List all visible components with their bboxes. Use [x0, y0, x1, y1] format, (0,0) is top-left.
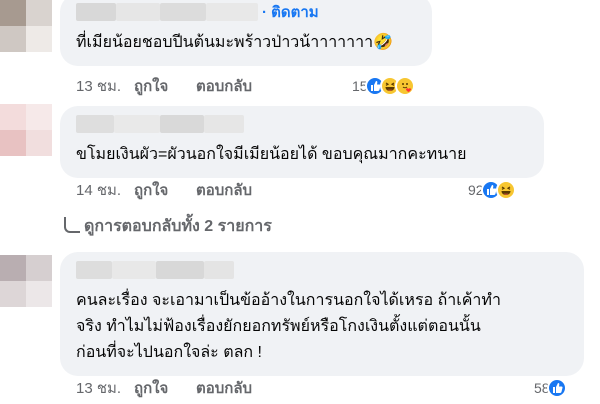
reaction-summary[interactable]: 15 [352, 75, 415, 97]
view-replies-link[interactable]: ดูการตอบกลับทั้ง 2 รายการ [64, 214, 272, 239]
comment-actions: 14 ชม. ถูกใจ ตอบกลับ [76, 179, 252, 201]
commenter-name[interactable]: · ติดตาม [76, 2, 319, 22]
reaction-summary[interactable]: 58 [534, 377, 567, 399]
care-icon [394, 76, 415, 96]
comment-time[interactable]: 14 ชม. [76, 178, 134, 202]
follow-link[interactable]: · ติดตาม [262, 0, 319, 24]
like-button[interactable]: ถูกใจ [134, 74, 196, 98]
commenter-name[interactable] [76, 114, 244, 134]
comment-text-line: จริง ทำไมไม่ฟ้องเรื่องยักยอกทรัพย์หรือโก… [76, 318, 481, 335]
like-icon [546, 378, 567, 398]
comment-bubble: ขโมยเงินผัว=ผัวนอกใจมีเมียน้อยได้ ขอบคุณ… [60, 106, 544, 178]
reaction-summary[interactable]: 92 [468, 179, 516, 201]
reply-button[interactable]: ตอบกลับ [196, 376, 252, 400]
comment-actions: 13 ชม. ถูกใจ ตอบกลับ [76, 75, 252, 97]
comment-text-line: ก่อนที่จะไปนอกใจล่ะ ตลก ! [76, 344, 262, 361]
like-button[interactable]: ถูกใจ [134, 376, 196, 400]
reply-button[interactable]: ตอบกลับ [196, 178, 252, 202]
comment-time[interactable]: 13 ชม. [76, 376, 134, 400]
comment-text-line: คนละเรื่อง จะเอามาเป็นข้ออ้างในการนอกใจไ… [76, 292, 501, 309]
comment-text: ขโมยเงินผัว=ผัวนอกใจมีเมียน้อยได้ ขอบคุณ… [76, 146, 467, 163]
reply-button[interactable]: ตอบกลับ [196, 74, 252, 98]
comment-bubble: · ติดตาม ที่เมียน้อยชอบปีนต้นมะพร้าวป่าว… [60, 0, 432, 66]
reply-arrow-icon [64, 216, 80, 233]
comment-time[interactable]: 13 ชม. [76, 74, 134, 98]
comment-bubble: คนละเรื่อง จะเอามาเป็นข้ออ้างในการนอกใจไ… [60, 252, 584, 376]
commenter-avatar[interactable] [0, 104, 52, 156]
commenter-avatar[interactable] [0, 0, 52, 52]
commenter-avatar[interactable] [0, 255, 52, 307]
haha-icon [495, 180, 516, 200]
view-replies-label: ดูการตอบกลับทั้ง 2 รายการ [84, 218, 272, 235]
comment-text: ที่เมียน้อยชอบปีนต้นมะพร้าวป่าวน้าาาาาาา… [76, 34, 394, 51]
commenter-name[interactable] [76, 260, 234, 280]
comment-actions: 13 ชม. ถูกใจ ตอบกลับ [76, 377, 252, 399]
like-button[interactable]: ถูกใจ [134, 178, 196, 202]
